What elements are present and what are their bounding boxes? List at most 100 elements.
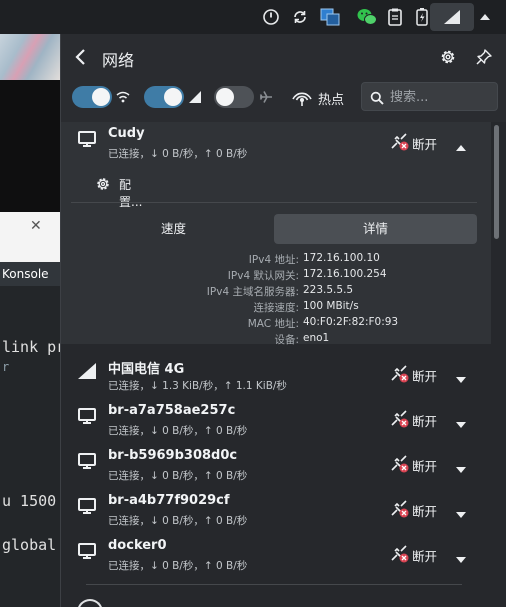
detail-row: 连接速度: 100 MBit/s: [61, 300, 491, 316]
power-icon[interactable]: [259, 5, 283, 29]
connection-item-bridge[interactable]: br-a7a758ae257c 已连接，↓ 0 B/秒，↑ 0 B/秒 断开: [61, 399, 491, 443]
connection-list[interactable]: Cudy 已连接，↓ 0 B/秒，↑ 0 B/秒 断开 配置... 速度 详情: [61, 122, 506, 607]
network-icon[interactable]: [430, 3, 474, 31]
connection-name: br-a7a758ae257c: [108, 403, 236, 418]
disconnect-button[interactable]: 断开: [412, 456, 437, 475]
connection-item-bridge[interactable]: br-b5969b308d0c 已连接，↓ 0 B/秒，↑ 0 B/秒 断开: [61, 444, 491, 488]
hotspot-label[interactable]: 热点: [318, 89, 344, 108]
network-toolbar: 热点: [61, 80, 506, 114]
wifi-icon: [77, 599, 103, 607]
detail-value: 100 MBit/s: [303, 300, 359, 312]
top-panel: [0, 0, 506, 34]
search-input[interactable]: [390, 87, 490, 107]
page-title: 网络: [102, 51, 135, 70]
terminal-area[interactable]: link pr r u 1500 global: [0, 286, 62, 607]
connection-name: br-a4b77f9029cf: [108, 493, 230, 508]
popup-header: 网络: [61, 34, 506, 80]
terminal-line: link pr: [2, 338, 62, 356]
cellular-signal-icon: [77, 362, 97, 384]
search-icon: [370, 90, 384, 109]
disconnect-button[interactable]: 断开: [412, 366, 437, 385]
disconnect-button[interactable]: 断开: [412, 546, 437, 565]
connection-status: 已连接，↓ 1.3 KiB/秒，↑ 1.1 KiB/秒: [108, 380, 287, 392]
window-switcher-icon[interactable]: [318, 5, 342, 29]
connection-item-bridge[interactable]: br-a4b77f9029cf 已连接，↓ 0 B/秒，↑ 0 B/秒 断开: [61, 489, 491, 533]
detail-row: IPv4 地址: 172.16.100.10: [61, 252, 491, 268]
background-dialog: ✕: [0, 212, 62, 262]
connection-item-docker[interactable]: docker0 已连接，↓ 0 B/秒，↑ 0 B/秒 断开: [61, 534, 491, 578]
connection-status: 已连接，↓ 0 B/秒，↑ 0 B/秒: [108, 515, 248, 527]
connection-item-expanded: Cudy 已连接，↓ 0 B/秒，↑ 0 B/秒 断开 配置... 速度 详情: [61, 122, 491, 346]
divider: [71, 202, 477, 203]
disconnect-icon[interactable]: [388, 452, 410, 478]
sync-icon[interactable]: [288, 5, 312, 29]
wired-toggle[interactable]: [72, 86, 112, 108]
konsole-tab[interactable]: Konsole: [0, 262, 62, 286]
terminal-line: r: [2, 360, 10, 374]
clipboard-icon[interactable]: [383, 5, 407, 29]
detail-value: eno1: [303, 332, 330, 344]
detail-value: 172.16.100.254: [303, 268, 387, 280]
disconnect-button[interactable]: 断开: [412, 134, 437, 153]
detail-value: 223.5.5.5: [303, 284, 354, 296]
wired-monitor-icon: [77, 407, 97, 429]
detail-value: 40:F0:2F:82:F0:93: [303, 316, 399, 328]
pin-icon[interactable]: [475, 48, 493, 70]
hotspot-icon[interactable]: [290, 87, 314, 111]
disconnect-icon[interactable]: [388, 497, 410, 523]
connection-name: 中国电信 4G: [108, 362, 185, 377]
wired-monitor-icon: [77, 497, 97, 519]
terminal-line: u 1500: [2, 492, 57, 510]
gear-icon[interactable]: [439, 48, 457, 70]
connection-status: 已连接，↓ 0 B/秒，↑ 0 B/秒: [108, 560, 248, 572]
chevron-down-icon[interactable]: [455, 414, 467, 433]
cellular-signal-icon: [188, 89, 202, 108]
connection-status: 已连接，↓ 0 B/秒，↑ 0 B/秒: [108, 148, 248, 160]
search-box[interactable]: [361, 82, 498, 111]
scrollbar-thumb[interactable]: [494, 125, 499, 239]
gear-icon: [95, 176, 111, 196]
chevron-down-icon[interactable]: [455, 504, 467, 523]
wechat-icon[interactable]: [355, 5, 379, 29]
tab-speed[interactable]: 速度: [71, 214, 276, 244]
chevron-down-icon[interactable]: [455, 549, 467, 568]
detail-row: MAC 地址: 40:F0:2F:82:F0:93: [61, 316, 491, 332]
connection-name: Cudy: [108, 126, 145, 141]
disconnect-icon[interactable]: [388, 542, 410, 568]
detail-label: IPv4 主域名服务器:: [206, 286, 299, 298]
disconnect-button[interactable]: 断开: [412, 411, 437, 430]
connection-status: 已连接，↓ 0 B/秒，↑ 0 B/秒: [108, 470, 248, 482]
connection-name: docker0: [108, 538, 167, 553]
chevron-down-icon[interactable]: [455, 369, 467, 388]
disconnect-icon[interactable]: [388, 362, 410, 388]
connection-item-cellular[interactable]: 中国电信 4G 已连接，↓ 1.3 KiB/秒，↑ 1.1 KiB/秒 断开: [61, 354, 491, 398]
detail-label: 设备:: [274, 334, 299, 346]
detail-row: IPv4 主域名服务器: 223.5.5.5: [61, 284, 491, 300]
wifi-toggle[interactable]: [144, 86, 184, 108]
detail-label: 连接速度:: [253, 302, 299, 314]
detail-row: 设备: eno1: [61, 332, 491, 348]
background-desktop: ✕ Konsole link pr r u 1500 global: [0, 34, 62, 607]
terminal-line: global: [2, 536, 57, 554]
expand-tray-icon[interactable]: [473, 5, 497, 29]
wired-monitor-icon: [77, 130, 97, 152]
detail-value: 172.16.100.10: [303, 252, 380, 264]
divider: [86, 584, 462, 585]
disconnect-icon[interactable]: [388, 407, 410, 433]
tab-details[interactable]: 详情: [274, 214, 477, 244]
wallpaper-image: [0, 34, 62, 80]
network-popup: 网络 热点 搜索... Cudy 已连接，↓ 0 B/秒，↑ 0 B/秒 断开 …: [60, 34, 506, 607]
back-arrow-icon[interactable]: [73, 48, 89, 70]
close-icon[interactable]: ✕: [30, 218, 42, 234]
connection-status: 已连接，↓ 0 B/秒，↑ 0 B/秒: [108, 425, 248, 437]
disconnect-button[interactable]: 断开: [412, 501, 437, 520]
detail-row: IPv4 默认网关: 172.16.100.254: [61, 268, 491, 284]
disconnect-icon[interactable]: [388, 130, 410, 156]
chevron-down-icon[interactable]: [455, 459, 467, 478]
connection-name: br-b5969b308d0c: [108, 448, 238, 463]
wired-monitor-icon: [77, 452, 97, 474]
airplane-mode-toggle[interactable]: [214, 86, 254, 108]
connection-item-cudy[interactable]: Cudy 已连接，↓ 0 B/秒，↑ 0 B/秒 断开: [61, 122, 491, 166]
chevron-up-icon[interactable]: [455, 137, 467, 156]
airplane-icon: [259, 89, 273, 108]
